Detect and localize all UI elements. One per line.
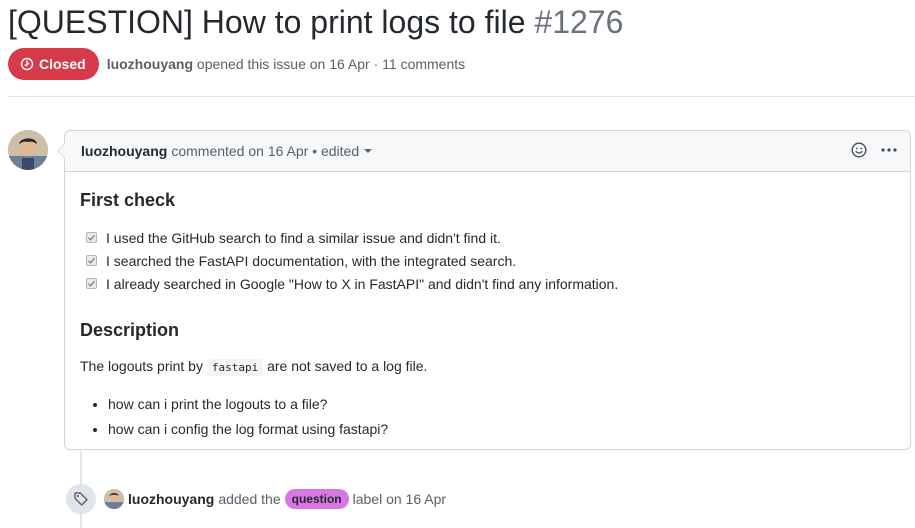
comment-actions (850, 141, 898, 159)
para-text-before: The logouts print by (80, 358, 203, 374)
checklist-item-text: I searched the FastAPI documentation, wi… (106, 252, 517, 269)
checklist-item-text: I used the GitHub search to find a simil… (106, 229, 501, 246)
timeline-event: luozhouyang added the question label on … (66, 484, 446, 514)
comment-body: First check I used the GitHub search to … (65, 172, 910, 444)
avatar[interactable] (104, 489, 124, 509)
state-label: Closed (39, 56, 86, 72)
checkbox-checked-icon (86, 232, 97, 243)
issue-meta-text: luozhouyang opened this issue on 16 Apr … (107, 56, 465, 72)
event-text-after: label on 16 Apr (352, 491, 447, 507)
checkbox-checked-icon (86, 278, 97, 289)
event-author-link[interactable]: luozhouyang (128, 491, 214, 507)
avatar-image (8, 130, 48, 170)
issue-meta: Closed luozhouyang opened this issue on … (8, 48, 465, 80)
checklist-item: I used the GitHub search to find a simil… (86, 226, 895, 249)
avatar[interactable] (8, 130, 48, 170)
issue-meta-detail: opened this issue on 16 Apr · 11 comment… (196, 56, 466, 72)
checklist-item-text: I already searched in Google "How to X i… (106, 275, 619, 292)
issue-title: [QUESTION] How to print logs to file #12… (8, 0, 623, 44)
label-question[interactable]: question (284, 489, 349, 509)
description-heading: Description (80, 320, 180, 340)
issue-number: #1276 (534, 4, 624, 40)
description-paragraph: The logouts print by fastapi are not sav… (80, 356, 895, 378)
comment-author-link[interactable]: luozhouyang (81, 143, 167, 159)
checklist-item: I already searched in Google "How to X i… (86, 272, 895, 295)
para-text-after: are not saved to a log file. (267, 358, 428, 374)
comment-header-text: commented on 16 Apr • edited (171, 143, 360, 159)
divider (8, 96, 915, 97)
list-item: how can i print the logouts to a file? (108, 394, 895, 419)
comment: luozhouyang commented on 16 Apr • edited (57, 130, 911, 450)
list-item: how can i config the log format using fa… (108, 419, 895, 444)
caret-down-icon[interactable] (364, 149, 373, 153)
tag-icon (66, 484, 96, 514)
issue-title-text: [QUESTION] How to print logs to file (8, 4, 526, 40)
comment-header: luozhouyang commented on 16 Apr • edited (65, 131, 910, 172)
event-text-before: added the (218, 491, 281, 507)
issue-closed-icon (20, 57, 34, 71)
first-check-heading: First check (80, 190, 176, 210)
issue-page: [QUESTION] How to print logs to file #12… (0, 0, 915, 528)
inline-code: fastapi (206, 359, 264, 376)
checklist: I used the GitHub search to find a simil… (86, 226, 895, 295)
issue-author-link[interactable]: luozhouyang (107, 56, 193, 72)
checkbox-checked-icon (86, 255, 97, 266)
event-text: luozhouyang added the question label on … (128, 489, 446, 509)
kebab-horizontal-icon[interactable] (880, 141, 898, 159)
checklist-item: I searched the FastAPI documentation, wi… (86, 249, 895, 272)
state-badge: Closed (8, 48, 99, 80)
smiley-icon[interactable] (850, 141, 868, 159)
bullet-list: how can i print the logouts to a file? h… (80, 394, 895, 444)
